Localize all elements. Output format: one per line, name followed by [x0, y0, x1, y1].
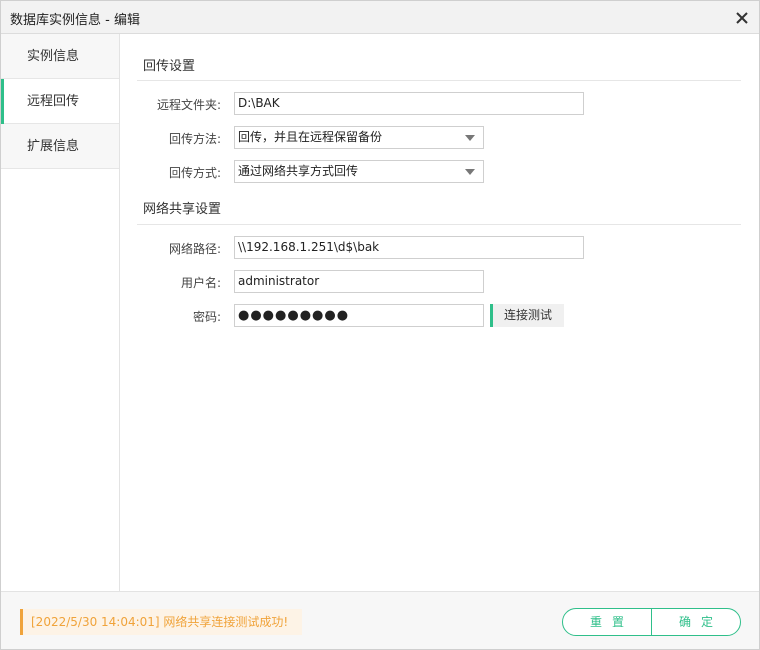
main-content: 回传设置 远程文件夹: D:\BAK 回传方法: 回传，并且在远程保留备份 回传…: [121, 34, 759, 591]
section-divider: [137, 224, 741, 225]
sidebar-item-remote-return[interactable]: 远程回传: [1, 79, 119, 124]
network-path-label: 网络路径:: [168, 242, 221, 256]
return-method-select[interactable]: 回传，并且在远程保留备份: [234, 126, 484, 149]
section-divider: [137, 80, 741, 81]
sidebar: 实例信息 远程回传 扩展信息: [1, 34, 120, 591]
title-bar: 数据库实例信息 - 编辑: [1, 1, 759, 34]
connection-test-button[interactable]: 连接测试: [490, 304, 565, 327]
sidebar-item-label: 扩展信息: [27, 139, 80, 154]
return-mode-label: 回传方式:: [168, 166, 221, 180]
return-method-label: 回传方法:: [168, 132, 221, 146]
sidebar-item-label: 实例信息: [27, 49, 80, 64]
return-mode-select[interactable]: 通过网络共享方式回传: [234, 160, 484, 183]
close-icon: [736, 12, 748, 24]
remote-folder-label: 远程文件夹:: [156, 98, 221, 112]
network-path-input[interactable]: \\192.168.1.251\d$\bak: [234, 236, 584, 259]
return-settings-title: 回传设置: [143, 59, 196, 74]
status-message: [2022/5/30 14:04:01] 网络共享连接测试成功!: [20, 609, 303, 635]
return-mode-value: 通过网络共享方式回传: [238, 164, 359, 178]
username-label: 用户名:: [180, 276, 221, 290]
ok-button[interactable]: 确定: [651, 609, 740, 635]
remote-folder-input[interactable]: D:\BAK: [234, 92, 584, 115]
sidebar-item-extended-info[interactable]: 扩展信息: [1, 124, 119, 169]
password-input[interactable]: ●●●●●●●●●: [234, 304, 484, 327]
network-share-title: 网络共享设置: [143, 202, 222, 217]
edit-dialog: 数据库实例信息 - 编辑 实例信息 远程回传 扩展信息 回传设置 远程文件夹: …: [0, 0, 760, 650]
password-label: 密码:: [192, 310, 221, 324]
close-button[interactable]: [731, 7, 753, 29]
sidebar-item-instance-info[interactable]: 实例信息: [1, 34, 119, 79]
dropdown-arrow-icon: [465, 135, 475, 141]
return-method-value: 回传，并且在远程保留备份: [238, 130, 383, 144]
footer: [2022/5/30 14:04:01] 网络共享连接测试成功! 重置 确定: [1, 591, 759, 649]
reset-button[interactable]: 重置: [563, 609, 651, 635]
window-title: 数据库实例信息 - 编辑: [10, 13, 140, 28]
username-input[interactable]: administrator: [234, 270, 484, 293]
footer-button-group: 重置 确定: [562, 608, 741, 636]
sidebar-item-label: 远程回传: [27, 94, 80, 109]
dropdown-arrow-icon: [465, 169, 475, 175]
